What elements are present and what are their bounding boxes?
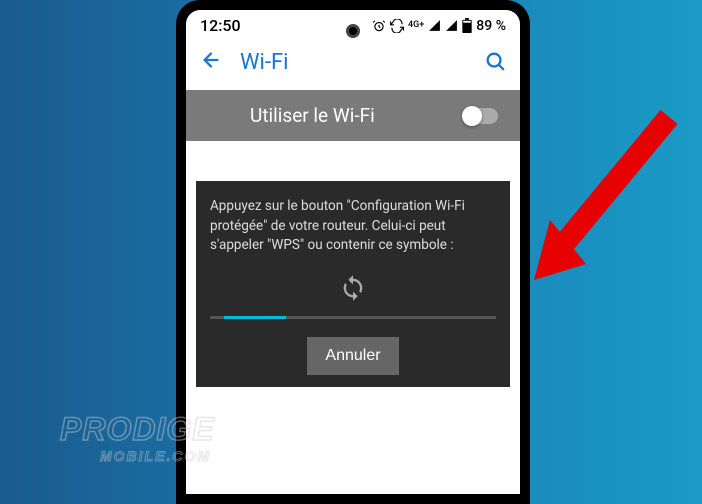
wps-dialog: Appuyez sur le bouton "Configuration Wi-… [196, 181, 510, 387]
app-bar: Wi-Fi [186, 39, 520, 90]
sync-icon [390, 19, 404, 33]
watermark-main: PRODIGE [60, 411, 215, 448]
progress-bar [210, 316, 496, 319]
wifi-toggle-switch[interactable] [464, 108, 498, 124]
battery-icon [462, 18, 472, 33]
cancel-button[interactable]: Annuler [307, 337, 398, 375]
battery-percent: 89 % [476, 18, 506, 34]
search-icon[interactable] [484, 50, 506, 76]
network-type: 4G+ [408, 21, 424, 30]
signal-icon-2 [445, 19, 458, 32]
phone-screen: 12:50 4G+ 89 % [186, 10, 520, 494]
phone-frame: 12:50 4G+ 89 % [176, 0, 530, 504]
wps-icon [210, 274, 496, 302]
watermark-sub: MOBILE.COM [100, 448, 215, 464]
red-arrow-annotation [514, 102, 684, 292]
wifi-toggle-row[interactable]: Utiliser le Wi-Fi [186, 90, 520, 141]
page-title: Wi-Fi [240, 50, 466, 75]
signal-icon-1 [428, 19, 441, 32]
wps-dialog-message: Appuyez sur le bouton "Configuration Wi-… [210, 197, 496, 256]
content-area: Appuyez sur le bouton "Configuration Wi-… [186, 141, 520, 397]
status-time: 12:50 [200, 16, 241, 35]
back-arrow-icon[interactable] [200, 49, 222, 76]
alarm-icon [372, 19, 386, 33]
watermark: PRODIGE MOBILE.COM [60, 411, 215, 464]
wifi-toggle-label: Utiliser le Wi-Fi [250, 104, 375, 127]
progress-fill [224, 316, 286, 319]
camera-notch [346, 24, 360, 38]
status-icons: 4G+ 89 % [372, 18, 506, 34]
